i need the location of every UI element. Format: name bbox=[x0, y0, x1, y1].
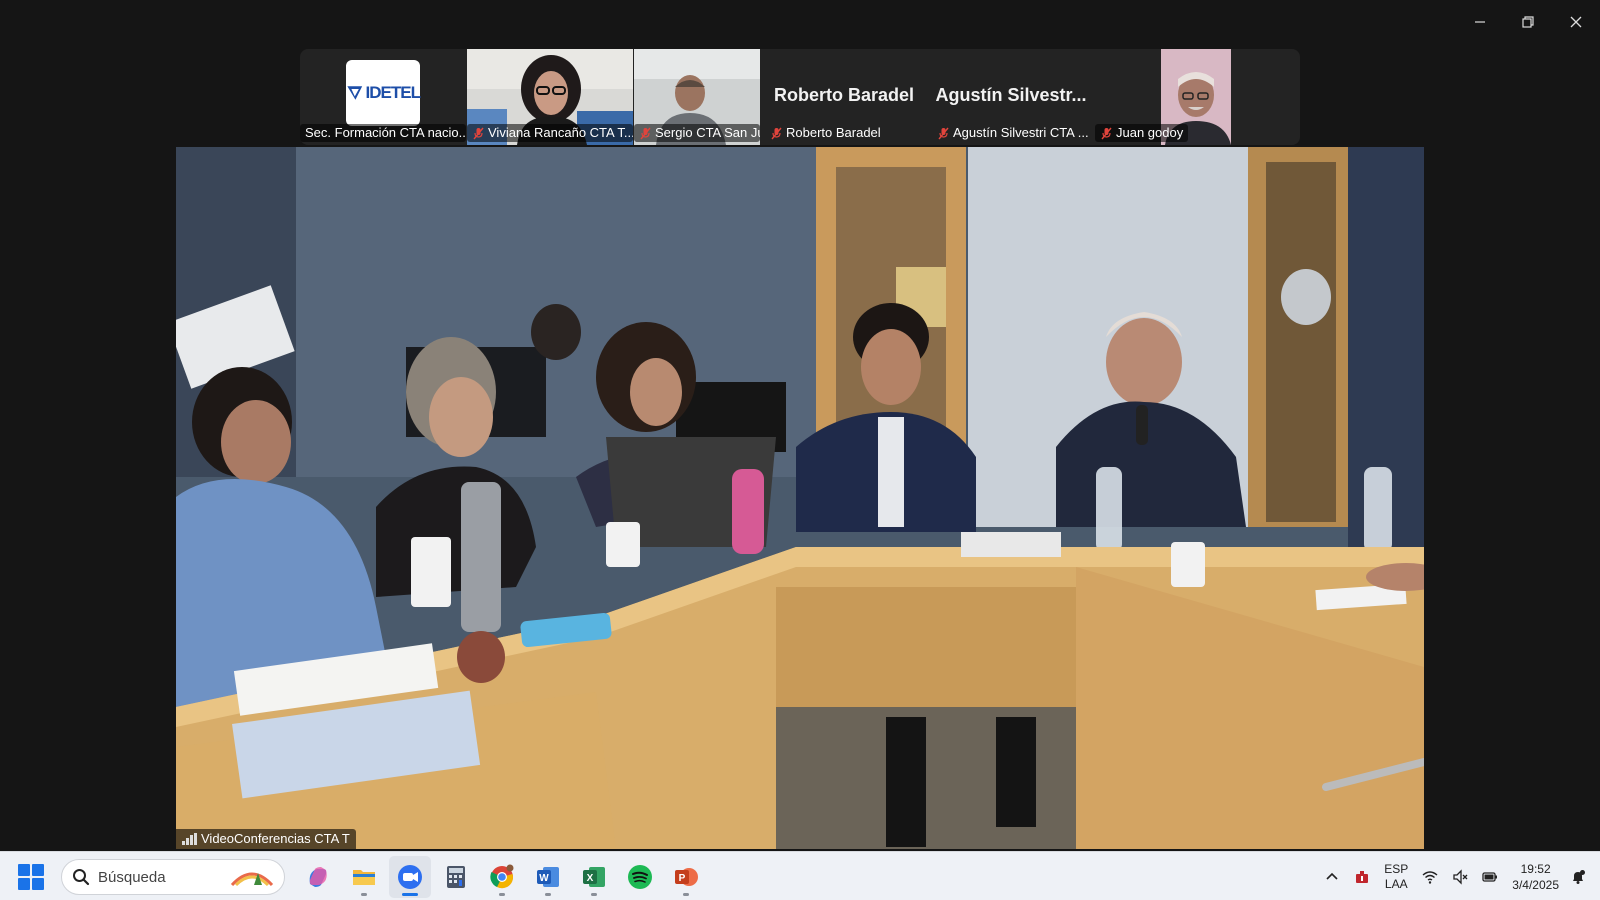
restore-icon bbox=[1522, 16, 1534, 28]
wifi-icon bbox=[1422, 870, 1438, 884]
zoom-icon bbox=[398, 865, 422, 889]
mic-muted-icon bbox=[473, 127, 484, 139]
mic-muted-icon bbox=[771, 127, 782, 139]
taskbar-app-calculator[interactable] bbox=[435, 856, 477, 898]
taskbar-app-file-explorer[interactable] bbox=[343, 856, 385, 898]
participant-logo: IDETEL bbox=[346, 60, 421, 126]
volume-button[interactable] bbox=[1445, 859, 1475, 895]
svg-text:P: P bbox=[679, 873, 686, 884]
windows-taskbar: Búsqueda W X P ESP LAA 19:52 3/4/2025 bbox=[0, 851, 1600, 900]
svg-text:X: X bbox=[587, 873, 594, 884]
participant-tile[interactable]: Roberto Baradel Roberto Baradel bbox=[761, 49, 927, 145]
windows-logo-icon bbox=[18, 864, 30, 876]
excel-icon: X bbox=[583, 867, 605, 887]
taskbar-search[interactable]: Búsqueda bbox=[61, 859, 285, 895]
search-highlight-icon bbox=[230, 872, 274, 887]
volume-muted-icon bbox=[1453, 868, 1468, 885]
clock[interactable]: 19:52 3/4/2025 bbox=[1505, 859, 1563, 895]
start-button[interactable] bbox=[18, 864, 44, 890]
chevron-up-icon bbox=[1326, 872, 1338, 880]
participant-tile[interactable]: IDETEL Sec. Formación CTA nacio... bbox=[300, 49, 466, 145]
main-video[interactable]: VideoConferencias CTA T bbox=[176, 147, 1424, 849]
participant-tile[interactable]: Juan godoy bbox=[1095, 49, 1235, 145]
signal-strength-icon bbox=[182, 833, 197, 845]
search-placeholder: Búsqueda bbox=[98, 868, 166, 886]
chrome-icon bbox=[490, 864, 514, 889]
taskbar-app-powerpoint[interactable]: P bbox=[665, 856, 707, 898]
taskbar-app-chrome[interactable] bbox=[481, 856, 523, 898]
tray-app-icon bbox=[1356, 870, 1369, 883]
battery-button[interactable] bbox=[1475, 859, 1505, 895]
copilot-icon bbox=[309, 867, 327, 887]
network-button[interactable] bbox=[1415, 859, 1445, 895]
taskbar-app-word[interactable]: W bbox=[527, 856, 569, 898]
battery-charging-icon bbox=[1482, 871, 1498, 882]
folder-icon bbox=[353, 870, 375, 885]
taskbar-app-copilot[interactable] bbox=[297, 856, 339, 898]
idetel-logo-icon bbox=[347, 86, 363, 100]
word-icon: W bbox=[537, 867, 559, 887]
search-icon bbox=[73, 869, 90, 886]
svg-text:W: W bbox=[539, 873, 549, 884]
calculator-icon bbox=[447, 866, 465, 888]
participant-strip: IDETEL Sec. Formación CTA nacio... Vivia… bbox=[300, 49, 1300, 145]
windows-logo-icon bbox=[32, 864, 44, 876]
participant-name: Sergio CTA San Juan bbox=[634, 124, 760, 142]
notification-bell-icon bbox=[1573, 869, 1585, 884]
mic-muted-icon bbox=[640, 127, 651, 139]
zoom-meeting-window: IDETEL Sec. Formación CTA nacio... Vivia… bbox=[0, 0, 1600, 900]
show-hidden-icons-button[interactable] bbox=[1317, 859, 1347, 895]
windows-logo-icon bbox=[18, 878, 30, 890]
participant-name: Viviana Rancaño CTA T... bbox=[467, 124, 633, 142]
system-tray: ESP LAA 19:52 3/4/2025 bbox=[1317, 852, 1600, 900]
taskbar-apps: W X P bbox=[297, 856, 707, 898]
participant-tile[interactable]: Agustín Silvestr... Agustín Silvestri CT… bbox=[928, 49, 1094, 145]
taskbar-app-spotify[interactable] bbox=[619, 856, 661, 898]
minimize-icon bbox=[1475, 21, 1485, 23]
mic-muted-icon bbox=[938, 127, 949, 139]
powerpoint-icon: P bbox=[675, 868, 698, 886]
minimize-button[interactable] bbox=[1456, 0, 1504, 44]
participant-tile[interactable]: Viviana Rancaño CTA T... bbox=[467, 49, 633, 145]
video-label: VideoConferencias CTA T bbox=[176, 829, 356, 849]
taskbar-app-zoom[interactable] bbox=[389, 856, 431, 898]
participant-big-name: Agustín Silvestr... bbox=[935, 85, 1087, 105]
close-icon bbox=[1570, 16, 1582, 28]
participant-name: Sec. Formación CTA nacio... bbox=[300, 124, 466, 142]
meeting-room-scene bbox=[176, 147, 1424, 849]
participant-tile[interactable]: Sergio CTA San Juan bbox=[634, 49, 760, 145]
windows-logo-icon bbox=[32, 878, 44, 890]
restore-button[interactable] bbox=[1504, 0, 1552, 44]
participant-name: Roberto Baradel bbox=[765, 124, 886, 142]
clock-time: 19:52 bbox=[1520, 861, 1551, 876]
tray-app-button[interactable] bbox=[1347, 859, 1377, 895]
clock-date: 3/4/2025 bbox=[1512, 877, 1559, 892]
window-controls bbox=[1456, 0, 1600, 44]
mic-muted-icon bbox=[1101, 127, 1112, 139]
language-indicator[interactable]: ESP LAA bbox=[1377, 859, 1415, 895]
spotify-icon bbox=[628, 865, 652, 889]
notifications-button[interactable] bbox=[1563, 859, 1600, 895]
participant-name: Juan godoy bbox=[1095, 124, 1189, 142]
close-button[interactable] bbox=[1552, 0, 1600, 44]
taskbar-app-excel[interactable]: X bbox=[573, 856, 615, 898]
participant-big-name: Roberto Baradel bbox=[773, 85, 915, 105]
logo-text: IDETEL bbox=[365, 83, 421, 102]
participant-name: Agustín Silvestri CTA ... bbox=[932, 124, 1094, 142]
